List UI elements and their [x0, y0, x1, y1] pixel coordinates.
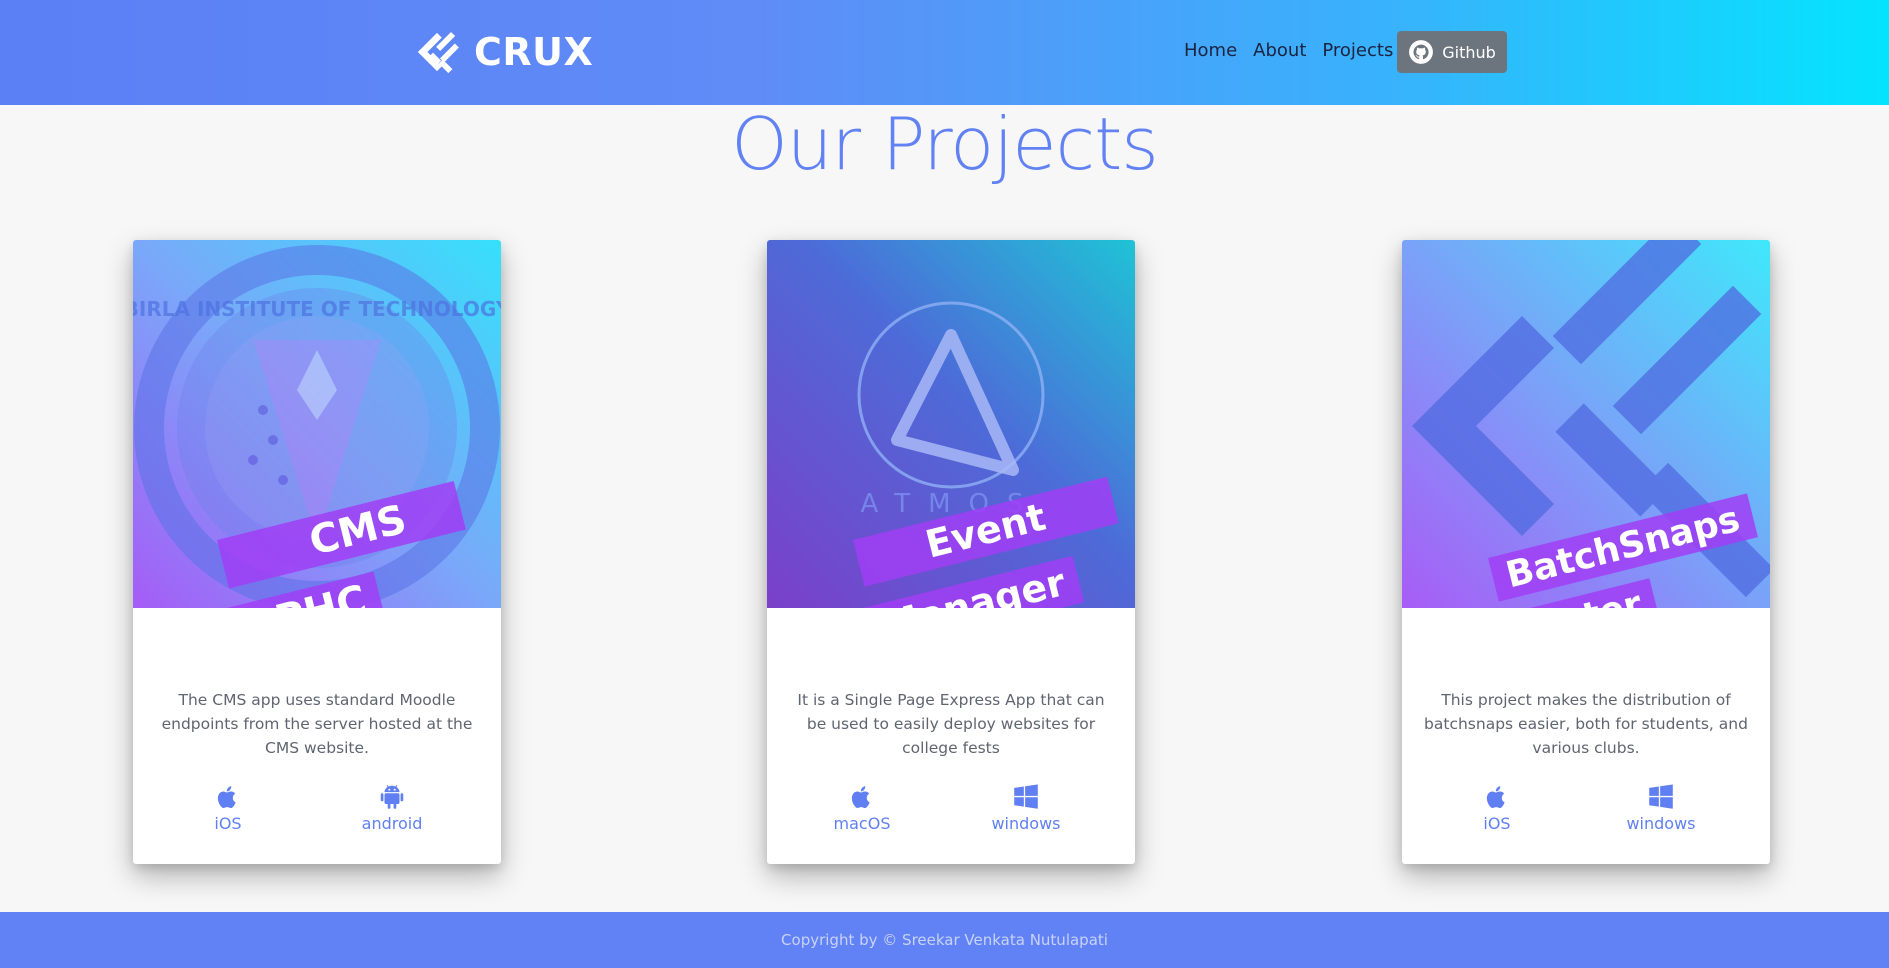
footer-copyright: Copyright by © Sreekar Venkata Nutulapat… [781, 931, 1108, 949]
platform-label: macOS [833, 814, 891, 833]
apple-icon [217, 786, 236, 809]
brand-name: CRUX [474, 30, 594, 74]
project-card-event-manager[interactable]: ATMOS Event Manager It is a Single Page … [767, 240, 1135, 864]
crux-logo-icon [417, 31, 459, 74]
platform-ios-link[interactable]: iOS [173, 782, 283, 833]
platform-links: iOS android [133, 782, 501, 842]
apple-icon [851, 786, 870, 809]
nav-about-link[interactable]: About [1253, 40, 1306, 61]
nav-links: Home About Projects [1184, 40, 1393, 61]
android-icon [380, 784, 404, 809]
card-description: It is a Single Page Express App that can… [797, 691, 1105, 757]
footer: Copyright by © Sreekar Venkata Nutulapat… [0, 912, 1889, 968]
windows-icon [1649, 784, 1673, 809]
project-image-batchsnaps: BatchSnaps Sorter [1402, 240, 1770, 608]
platform-label: windows [1626, 814, 1696, 833]
platform-windows-link[interactable]: windows [1606, 782, 1716, 833]
apple-icon [1486, 786, 1505, 809]
platform-links: macOS windows [767, 782, 1135, 842]
project-card-batchsnaps-sorter[interactable]: BatchSnaps Sorter This project makes the… [1402, 240, 1770, 864]
card-description: This project makes the distribution of b… [1424, 691, 1748, 757]
navbar: CRUX Home About Projects Github [0, 0, 1889, 105]
nav-home-link[interactable]: Home [1184, 40, 1237, 61]
brand-logo-link[interactable]: CRUX [414, 28, 593, 76]
platform-label: android [361, 814, 423, 833]
card-description: The CMS app uses standard Moodle endpoin… [161, 691, 473, 757]
platform-links: iOS windows [1402, 782, 1770, 842]
github-icon [1409, 40, 1434, 64]
nav-projects-link[interactable]: Projects [1322, 40, 1393, 61]
project-card-cms[interactable]: BIRLA INSTITUTE OF TECHNOLOGY CMS BPHC T… [133, 240, 501, 864]
platform-label: iOS [214, 814, 242, 833]
github-button[interactable]: Github [1397, 31, 1507, 73]
page-title: Our Projects [731, 102, 1159, 186]
svg-text:BIRLA INSTITUTE OF TECHNOLOGY: BIRLA INSTITUTE OF TECHNOLOGY [133, 297, 501, 321]
github-button-label: Github [1442, 42, 1496, 62]
platform-android-link[interactable]: android [337, 782, 447, 833]
platform-label: iOS [1483, 814, 1511, 833]
platform-ios-link[interactable]: iOS [1442, 782, 1552, 833]
platform-label: windows [991, 814, 1061, 833]
platform-windows-link[interactable]: windows [971, 782, 1081, 833]
project-image-cms: BIRLA INSTITUTE OF TECHNOLOGY CMS BPHC [133, 240, 501, 608]
windows-icon [1014, 784, 1038, 809]
project-image-event-manager: ATMOS Event Manager [767, 240, 1135, 608]
platform-macos-link[interactable]: macOS [807, 782, 917, 833]
